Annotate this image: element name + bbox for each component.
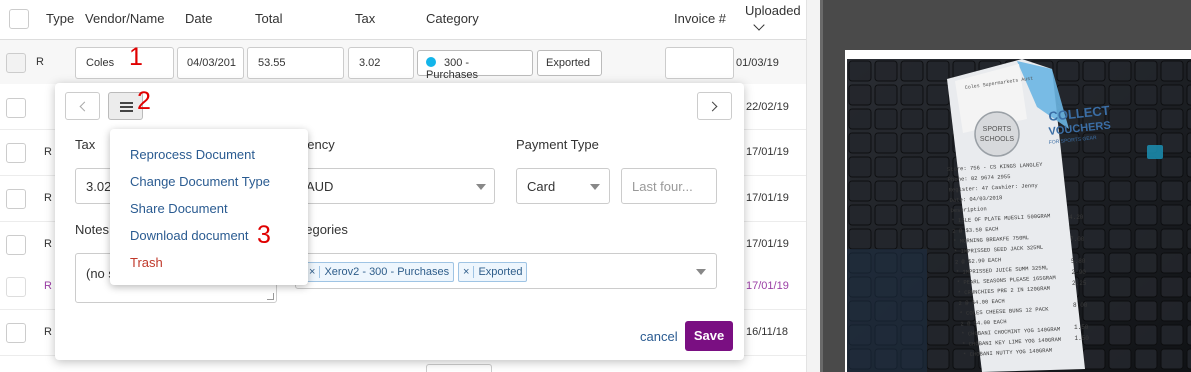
resize-handle-icon[interactable] xyxy=(267,293,274,300)
remove-tag-button[interactable]: × xyxy=(459,266,475,278)
chevron-right-icon xyxy=(707,101,718,112)
cancel-link[interactable]: cancel xyxy=(640,329,678,344)
row-uploaded: 17/01/19 xyxy=(746,146,789,158)
chevron-left-icon xyxy=(79,101,90,112)
documents-table: Type Vendor/Name Date Total Tax Category… xyxy=(0,0,806,372)
currency-value: AUD xyxy=(306,179,334,194)
row-checkbox[interactable] xyxy=(6,53,26,73)
receipt-price: 1.50 xyxy=(1075,335,1090,342)
payment-type-value: Card xyxy=(527,179,556,194)
last-four-input[interactable]: Last four... xyxy=(621,168,717,204)
total-input[interactable]: 53.55 xyxy=(247,47,344,79)
row-type: R xyxy=(44,238,52,250)
save-button[interactable]: Save xyxy=(685,321,733,351)
table-header: Type Vendor/Name Date Total Tax Category… xyxy=(0,0,806,40)
header-uploaded-label: Uploaded xyxy=(745,3,801,18)
payment-type-label: Payment Type xyxy=(516,137,599,152)
sort-descending-icon xyxy=(753,19,765,31)
receipt-price: 1.50 xyxy=(1074,324,1089,331)
annotation-number: 1 xyxy=(129,43,143,71)
header-uploaded[interactable]: Uploaded xyxy=(745,3,801,31)
category-tag: × Xerov2 - 300 - Purchases xyxy=(304,262,455,282)
invoice-input[interactable] xyxy=(665,47,734,79)
receipt-price: 5.80 xyxy=(1071,258,1086,265)
row-type: R xyxy=(44,192,52,204)
date-input[interactable]: 04/03/201 xyxy=(177,47,244,79)
row-checkbox[interactable] xyxy=(6,277,26,297)
row-uploaded: 17/01/19 xyxy=(746,238,789,250)
header-date[interactable]: Date xyxy=(185,11,212,26)
row-checkbox[interactable] xyxy=(6,323,26,343)
table-row-editing[interactable]: R Coles 04/03/201 53.55 3.02 300 - Purch… xyxy=(0,40,806,86)
viewer-edge xyxy=(820,0,823,372)
svg-text:SCHOOLS: SCHOOLS xyxy=(980,136,1015,143)
menu-item-trash[interactable]: Trash xyxy=(130,255,163,270)
header-total[interactable]: Total xyxy=(255,11,282,26)
menu-item-download[interactable]: Download document xyxy=(130,228,249,243)
pane-divider[interactable] xyxy=(806,0,820,372)
row-badge-partial xyxy=(426,364,492,372)
category-tag-label: Exported xyxy=(478,266,523,278)
xero-icon xyxy=(426,57,436,67)
row-type: R xyxy=(36,56,44,68)
category-tag-label: Xerov2 - 300 - Purchases xyxy=(324,266,450,278)
svg-text:SPORTS: SPORTS xyxy=(983,126,1012,133)
row-uploaded: 01/03/19 xyxy=(736,57,779,69)
menu-item-change-type[interactable]: Change Document Type xyxy=(130,174,270,189)
row-checkbox[interactable] xyxy=(6,235,26,255)
document-actions-menu: Reprocess Document Change Document Type … xyxy=(110,129,308,285)
category-tag: × Exported xyxy=(458,262,528,282)
vendor-input[interactable]: Coles xyxy=(75,47,174,79)
menu-item-share[interactable]: Share Document xyxy=(130,201,228,216)
previous-document-button[interactable] xyxy=(65,92,100,120)
receipt-price: 2.90 xyxy=(1072,269,1087,276)
currency-select[interactable]: AUD xyxy=(295,168,495,204)
tax-input[interactable]: 3.02 xyxy=(348,47,414,79)
row-checkbox[interactable] xyxy=(6,189,26,209)
row-uploaded: 17/01/19 xyxy=(746,192,789,204)
header-type[interactable]: Type xyxy=(46,11,74,26)
receipt-photo: SPORTS SCHOOLS COLLECT VOUCHERS FOR SPOR… xyxy=(847,59,1191,372)
header-invoice[interactable]: Invoice # xyxy=(674,11,726,26)
receipt-price: 2.25 xyxy=(1072,280,1087,287)
payment-type-select[interactable]: Card xyxy=(516,168,610,204)
category-badge[interactable]: 300 - Purchases xyxy=(417,50,533,81)
header-vendor[interactable]: Vendor/Name xyxy=(85,11,165,26)
caret-down-icon xyxy=(590,184,600,190)
row-uploaded: 16/11/18 xyxy=(746,326,789,338)
tax-label: Tax xyxy=(75,137,96,152)
annotation-number: 3 xyxy=(257,221,271,249)
row-checkbox[interactable] xyxy=(6,98,26,118)
row-checkbox[interactable] xyxy=(6,143,26,163)
hamburger-icon-line xyxy=(120,106,133,108)
caret-down-icon xyxy=(476,184,486,190)
hamburger-icon xyxy=(120,102,133,104)
select-all-checkbox[interactable] xyxy=(9,9,29,29)
receipt-price: 8.00 xyxy=(1073,302,1088,309)
row-type: R xyxy=(44,326,52,338)
row-uploaded: 22/02/19 xyxy=(746,101,789,113)
receipt-price: 7.00 xyxy=(1070,236,1085,243)
menu-item-reprocess[interactable]: Reprocess Document xyxy=(130,147,255,162)
receipt-price: 4.20 xyxy=(1069,214,1084,221)
row-uploaded: 17/01/19 xyxy=(746,280,789,292)
header-tax[interactable]: Tax xyxy=(355,11,375,26)
categories-select[interactable]: × Xerov2 - 300 - Purchases × Exported xyxy=(295,253,717,289)
row-type: R xyxy=(44,146,52,158)
row-type: R xyxy=(44,280,52,292)
hamburger-icon-line xyxy=(120,110,133,112)
next-document-button[interactable] xyxy=(697,92,732,120)
header-category[interactable]: Category xyxy=(426,11,479,26)
exported-badge: Exported xyxy=(537,50,602,76)
receipt-image: SPORTS SCHOOLS COLLECT VOUCHERS FOR SPOR… xyxy=(845,50,1191,372)
notes-label: Notes xyxy=(75,222,109,237)
caret-down-icon xyxy=(696,269,706,275)
annotation-number: 2 xyxy=(137,87,151,115)
